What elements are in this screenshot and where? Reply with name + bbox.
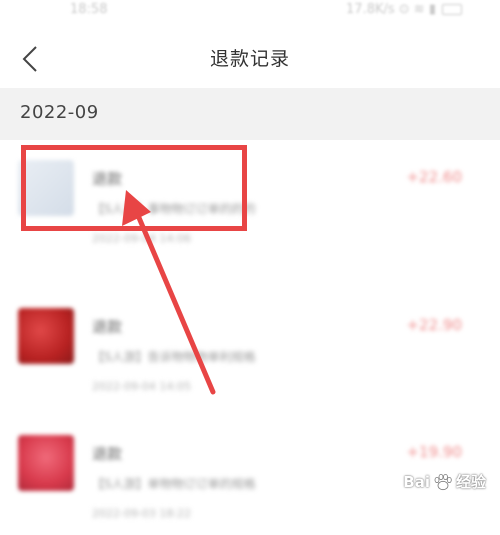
record-time: 2022-09-04 14:06 — [92, 232, 192, 245]
record-description: 【S人游】单物物订订单的规格 — [92, 477, 256, 491]
status-bar: 18:58 17.8K/s ⊙ ≋ ▮ — [0, 0, 500, 26]
record-title: 退款 — [92, 445, 123, 463]
record-amount: +22.60 — [406, 168, 462, 186]
product-thumbnail — [18, 308, 74, 364]
annotation-highlight-box — [21, 145, 247, 231]
watermark-suffix: 经验 — [455, 473, 486, 491]
record-title: 退款 — [92, 318, 123, 336]
product-thumbnail — [18, 435, 74, 491]
record-description: 【S人游】告诉物物物单利规格 — [92, 350, 256, 364]
page-title: 退款记录 — [209, 48, 290, 70]
record-time: 2022-09-04 14:05 — [92, 380, 192, 393]
paw-icon — [434, 473, 452, 490]
record-amount: +22.90 — [406, 316, 462, 334]
status-time: 18:58 — [70, 2, 108, 17]
watermark: Bai 经验 — [403, 471, 486, 492]
status-indicators: 17.8K/s ⊙ ≋ ▮ — [346, 2, 462, 17]
nav-bar: 退款记录 — [0, 30, 500, 88]
watermark-brand: Bai — [403, 472, 430, 491]
battery-icon — [442, 4, 462, 15]
section-date: 2022-09 — [20, 102, 99, 123]
month-section-header: 2022-09 — [0, 88, 500, 140]
record-amount: +19.90 — [406, 443, 462, 461]
record-time: 2022-09-03 18:22 — [92, 507, 192, 520]
status-right-text: 17.8K/s ⊙ ≋ ▮ — [346, 2, 436, 17]
refund-record[interactable]: 退款 【S人游】告诉物物物单利规格 2022-09-04 14:05 +22.9… — [0, 288, 500, 408]
